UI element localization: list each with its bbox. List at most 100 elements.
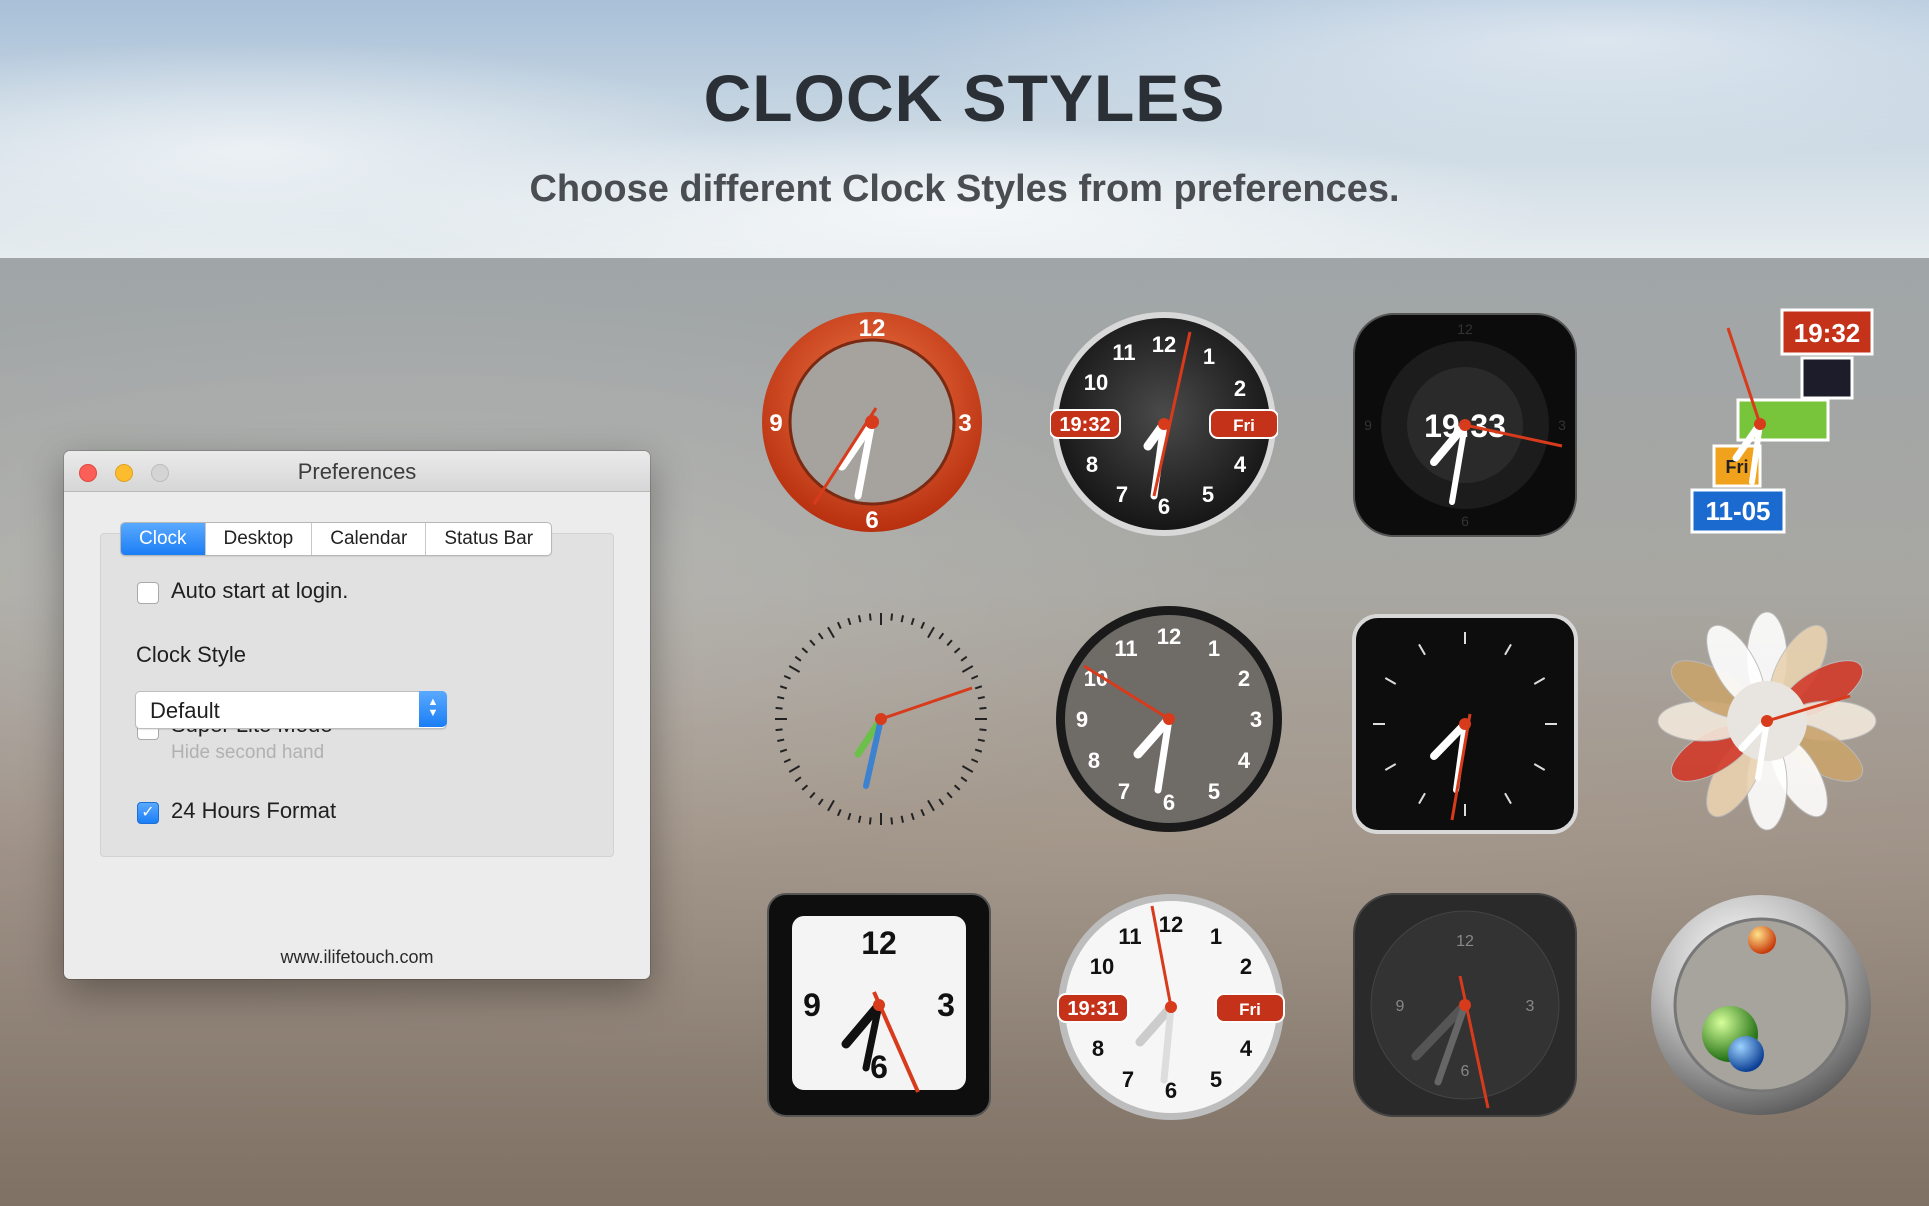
- clock-style-tick-ring[interactable]: [770, 608, 992, 830]
- window-title: Preferences: [297, 459, 417, 484]
- tick-mark: [971, 674, 979, 680]
- tick-mark: [775, 706, 783, 710]
- numeral: 12: [861, 925, 897, 961]
- tick-mark: [979, 728, 987, 732]
- preferences-window: Preferences Auto start at login. Clock S…: [64, 451, 650, 979]
- website-link[interactable]: www.ilifetouch.com: [64, 947, 650, 968]
- digital-time: 19:32: [1059, 414, 1110, 436]
- date-label: 11-05: [1705, 496, 1770, 526]
- clock-style-dark-translucent[interactable]: 12 3 6 9: [1352, 892, 1578, 1118]
- numeral: 6: [1461, 513, 1469, 529]
- tick-mark: [900, 615, 905, 623]
- auto-start-label[interactable]: Auto start at login.: [171, 578, 348, 604]
- numeral: 1: [1210, 924, 1222, 949]
- numeral: 10: [1084, 370, 1108, 395]
- tab-clock[interactable]: Clock: [121, 523, 206, 555]
- numeral: 12: [1456, 933, 1474, 950]
- tick-mark: [974, 748, 983, 753]
- digital-time: 19:32: [1794, 318, 1861, 348]
- hero-banner: CLOCK STYLES Choose different Clock Styl…: [0, 0, 1929, 258]
- tick-mark: [890, 817, 894, 825]
- hours24-checkbox[interactable]: ✓: [137, 802, 159, 824]
- clock-style-grey-glass[interactable]: 12 1 2 3 4 5 6 7 8 9 10 11: [1054, 604, 1284, 834]
- clock-style-select[interactable]: Default ▲ ▼: [135, 691, 447, 729]
- tick-mark: [960, 776, 968, 783]
- tab-desktop[interactable]: Desktop: [206, 523, 313, 555]
- numeral: 8: [1088, 748, 1100, 773]
- clock-style-black-date[interactable]: 12 1 2 4 5 6 7 8 10 11 19:32 Fri: [1050, 310, 1278, 538]
- tick-mark: [910, 812, 915, 821]
- tick-mark: [868, 613, 872, 621]
- hours24-label[interactable]: 24 Hours Format: [171, 798, 336, 824]
- tick-mark: [953, 647, 961, 654]
- numeral: 6: [1461, 1063, 1470, 1080]
- clock-style-floral[interactable]: [1654, 608, 1880, 834]
- tick-mark: [836, 809, 842, 817]
- tick-mark: [953, 784, 961, 791]
- tab-calendar[interactable]: Calendar: [312, 523, 427, 555]
- clock-style-black-square[interactable]: 12 3 6 9 19:33: [1352, 312, 1578, 538]
- tick-mark: [974, 685, 983, 690]
- tick-mark: [783, 758, 791, 764]
- tick-mark: [938, 632, 945, 640]
- numeral: 12: [1457, 321, 1473, 337]
- numeral: 9: [769, 410, 782, 437]
- clock-style-chrome-orbs[interactable]: [1648, 892, 1874, 1118]
- tick-mark: [801, 647, 809, 654]
- tick-mark: [777, 695, 785, 700]
- auto-start-checkbox[interactable]: [137, 582, 159, 604]
- day-label: Fri: [1233, 416, 1255, 435]
- tick-mark: [868, 817, 872, 825]
- day-label: Fri: [1239, 1000, 1261, 1019]
- tick-mark: [777, 738, 785, 743]
- second-hand: [880, 686, 973, 721]
- tick-mark: [817, 632, 824, 640]
- numeral: 11: [1118, 924, 1141, 949]
- numeral: 12: [1157, 624, 1181, 649]
- clock-style-white-square[interactable]: 12 3 6 9: [766, 892, 992, 1118]
- clock-style-blocks[interactable]: 19:32 Fri 11-05: [1684, 306, 1884, 546]
- clock-style-orange-ring[interactable]: 12 3 6 9: [758, 308, 986, 536]
- numeral: 9: [1396, 998, 1405, 1015]
- numeral: 7: [1116, 482, 1128, 507]
- numeral: 6: [1158, 494, 1170, 519]
- clock-style-black-squircle[interactable]: [1352, 614, 1578, 834]
- tick-mark: [779, 685, 788, 690]
- page-subtitle: Choose different Clock Styles from prefe…: [529, 168, 1400, 210]
- tick-mark: [817, 798, 824, 806]
- tick-mark: [961, 765, 974, 773]
- numeral: 4: [1240, 1036, 1253, 1061]
- tick-mark: [946, 639, 953, 647]
- tick-mark: [857, 815, 862, 823]
- title-bar[interactable]: Preferences: [64, 451, 650, 492]
- tick-mark: [927, 626, 935, 639]
- clock-style-label: Clock Style: [136, 642, 247, 667]
- numeral: 12: [859, 315, 886, 342]
- tick-mark: [961, 665, 974, 673]
- numeral: 7: [1122, 1067, 1134, 1092]
- tick-mark: [794, 776, 802, 783]
- numeral: 5: [1210, 1067, 1222, 1092]
- tick-mark: [960, 655, 968, 662]
- tick-mark: [938, 798, 945, 806]
- numeral: 6: [865, 507, 878, 534]
- tick-mark: [977, 695, 985, 700]
- tick-mark: [809, 639, 816, 647]
- tick-mark: [910, 617, 915, 626]
- numeral: 11: [1114, 636, 1137, 661]
- numeral: 4: [1238, 748, 1251, 773]
- tick-mark: [977, 738, 985, 743]
- tab-status-bar[interactable]: Status Bar: [426, 523, 551, 555]
- tick-mark: [836, 621, 842, 629]
- tick-mark: [809, 791, 816, 799]
- super-lite-hint: Hide second hand: [171, 742, 325, 763]
- numeral: 5: [1202, 482, 1214, 507]
- numeral: 12: [1152, 332, 1176, 357]
- tick-mark: [779, 748, 788, 753]
- clock-style-white-date[interactable]: 12 1 2 4 5 6 7 8 10 11 19:31 Fri: [1056, 892, 1286, 1122]
- tick-mark: [971, 758, 979, 764]
- tick-mark: [900, 815, 905, 823]
- numeral: 8: [1086, 452, 1098, 477]
- tick-mark: [827, 626, 835, 639]
- numeral: 3: [1526, 998, 1535, 1015]
